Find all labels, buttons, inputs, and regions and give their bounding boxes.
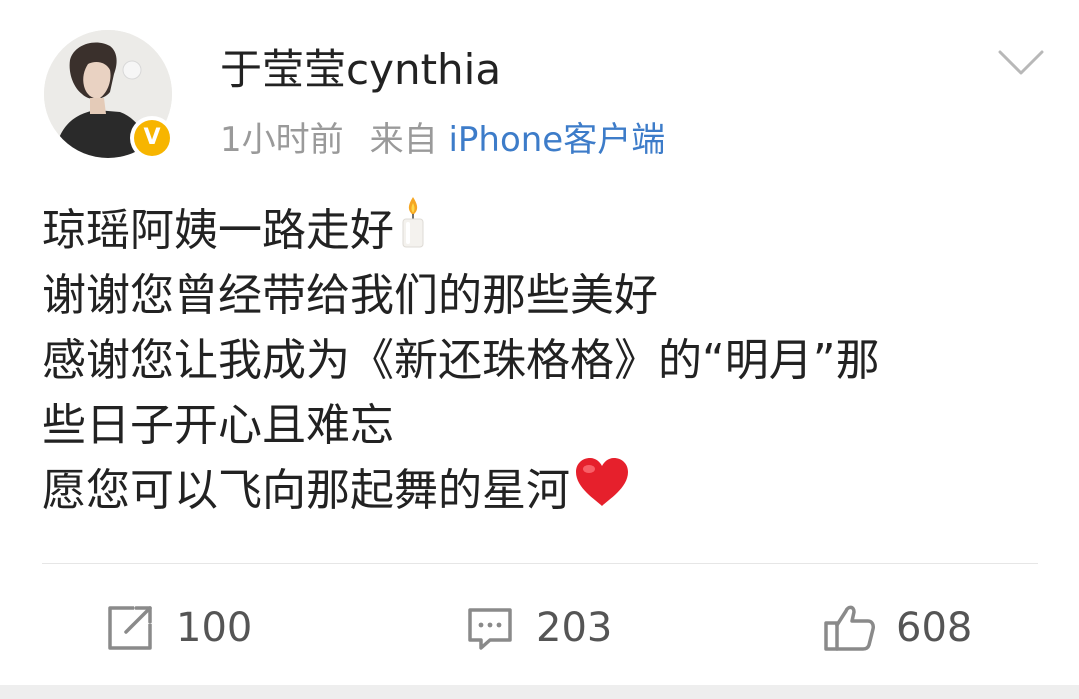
content-text: 谢谢您曾经带给我们的那些美好 [42, 270, 658, 321]
verified-icon: V [134, 120, 170, 156]
content-line: 琼瑶阿姨一路走好 [42, 196, 1032, 263]
weibo-post-card: V 于莹莹cynthia 1小时前来自 iPhone客户端 琼瑶阿姨一路走好 [0, 0, 1079, 685]
post-menu-button[interactable] [996, 44, 1046, 80]
source-prefix: 来自 [369, 120, 438, 160]
chevron-down-icon [998, 50, 1044, 75]
post-time: 1小时前 [220, 120, 344, 160]
content-line: 愿您可以飞向那起舞的星河 [42, 456, 1032, 526]
author-name[interactable]: 于莹莹cynthia [220, 42, 501, 98]
content-line: 些日子开心且难忘 [42, 393, 1032, 458]
comment-icon [468, 608, 512, 650]
content-line: 感谢您让我成为《新还珠格格》的“明月”那 [42, 328, 1032, 393]
author-avatar-container[interactable]: V [44, 30, 174, 160]
content-text: 些日子开心且难忘 [42, 400, 394, 451]
feed-separator [0, 685, 1079, 699]
red-heart-emoji [574, 456, 630, 526]
divider [42, 563, 1038, 564]
repost-icon [108, 606, 152, 650]
comment-count: 203 [536, 605, 613, 651]
content-text: 感谢您让我成为《新还珠格格》的“明月”那 [42, 335, 880, 386]
repost-button[interactable]: 100 [104, 590, 252, 666]
post-meta: 1小时前 来自 iPhone客户端 [220, 116, 665, 164]
post-content: 琼瑶阿姨一路走好 谢谢您曾经带给我们的那些美好 感谢您让我成为《新还珠格格》的“… [42, 196, 1032, 526]
comment-button[interactable]: 203 [464, 590, 612, 666]
thumbs-up-icon [824, 605, 875, 651]
verified-badge: V [130, 116, 174, 160]
action-bar: 100 203 608 [0, 590, 1079, 666]
repost-count: 100 [176, 605, 253, 651]
post-source-link[interactable]: iPhone客户端 [448, 120, 665, 160]
content-text: 琼瑶阿姨一路走好 [42, 205, 394, 256]
like-button[interactable]: 608 [822, 590, 972, 666]
content-text: 愿您可以飞向那起舞的星河 [42, 465, 570, 516]
candle-emoji [398, 195, 428, 267]
content-line: 谢谢您曾经带给我们的那些美好 [42, 263, 1032, 328]
like-count: 608 [896, 605, 973, 651]
